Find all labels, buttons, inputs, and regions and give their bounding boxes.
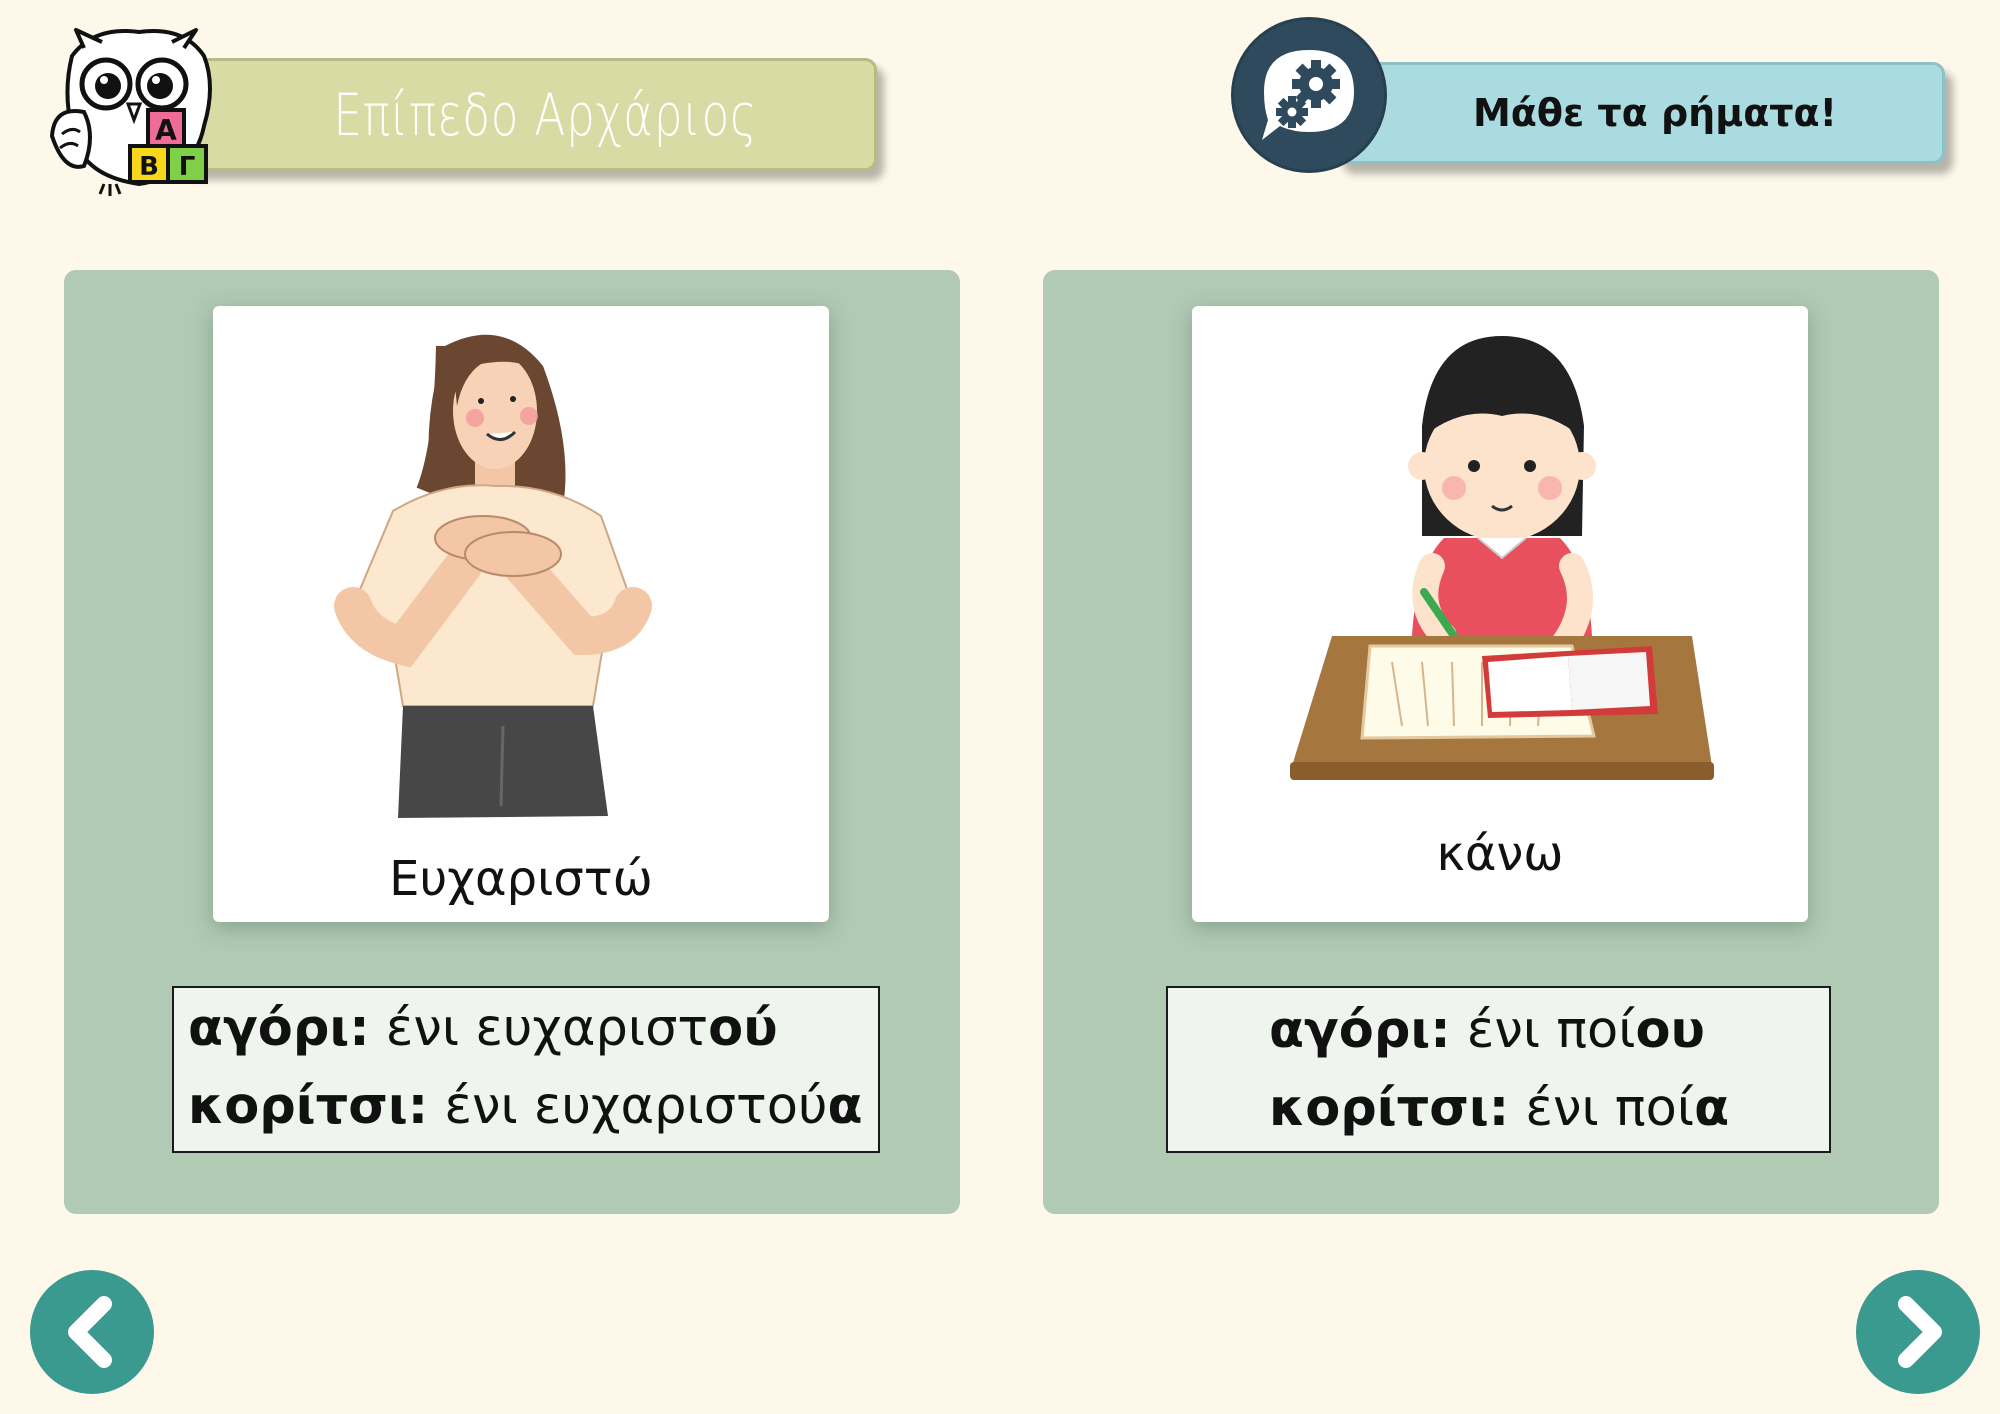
- girl-label: κορίτσι:: [188, 1077, 429, 1136]
- girl-phrase: κορίτσι: ένι ευχαριστούα: [188, 1068, 878, 1146]
- logo-letter-b: Β: [139, 152, 159, 182]
- learn-verbs-label: Μάθε τα ρήματα!: [1472, 91, 1837, 135]
- previous-button[interactable]: [30, 1270, 154, 1394]
- owl-logo-icon: Α Β Γ: [49, 28, 212, 196]
- girl-stem: ένι ποί: [1509, 1079, 1695, 1138]
- boy-stem: ένι ποί: [1450, 1001, 1636, 1060]
- boy-label: αγόρι:: [188, 999, 370, 1058]
- level-title: Επίπεδο Αρχάριος: [333, 80, 758, 149]
- next-button[interactable]: [1856, 1270, 1980, 1394]
- flashcard-thank-you[interactable]: Ευχαριστώ: [213, 306, 829, 922]
- phrase-box-thank-you: αγόρι: ένι ευχαριστού κορίτσι: ένι ευχαρ…: [172, 986, 880, 1153]
- page: Επίπεδο Αρχάριος Α Β Γ Μάθε τα ρήματα! Ε…: [0, 0, 2000, 1414]
- boy-phrase: αγόρι: ένι ποίου: [1269, 992, 1829, 1070]
- verb-panel-right: κάνω αγόρι: ένι ποίου κορίτσι: ένι ποία: [1043, 270, 1939, 1214]
- logo-letter-a: Α: [155, 114, 177, 147]
- gears-speech-badge[interactable]: [1234, 20, 1384, 170]
- boy-label: αγόρι:: [1269, 1001, 1451, 1060]
- girl-phrase: κορίτσι: ένι ποία: [1269, 1070, 1829, 1148]
- learn-verbs-button[interactable]: Μάθε τα ρήματα!: [1335, 62, 1945, 164]
- woman-thanking-illustration: [334, 334, 652, 818]
- girl-stem: ένι ευχαριστού: [428, 1077, 828, 1136]
- logo-letter-g: Γ: [179, 152, 196, 182]
- girl-ending: α: [827, 1077, 863, 1136]
- gears-speech-icon: [1262, 50, 1354, 140]
- card-word: Ευχαριστώ: [389, 851, 653, 907]
- chevron-right-icon: [1898, 1296, 1942, 1368]
- boy-ending: ου: [1635, 1001, 1705, 1060]
- boy-phrase: αγόρι: ένι ευχαριστού: [188, 990, 878, 1068]
- chevron-left-icon: [68, 1296, 112, 1368]
- boy-stem: ένι ευχαριστ: [369, 999, 709, 1058]
- girl-ending: α: [1694, 1079, 1730, 1138]
- boy-ending: ού: [708, 999, 778, 1058]
- card-word: κάνω: [1436, 826, 1564, 882]
- girl-label: κορίτσι:: [1269, 1079, 1510, 1138]
- flashcard-do[interactable]: κάνω: [1192, 306, 1808, 922]
- verb-panel-left: Ευχαριστώ αγόρι: ένι ευχαριστού κορίτσι:…: [64, 270, 960, 1214]
- phrase-box-do: αγόρι: ένι ποίου κορίτσι: ένι ποία: [1166, 986, 1831, 1153]
- level-banner: Επίπεδο Αρχάριος: [182, 58, 877, 171]
